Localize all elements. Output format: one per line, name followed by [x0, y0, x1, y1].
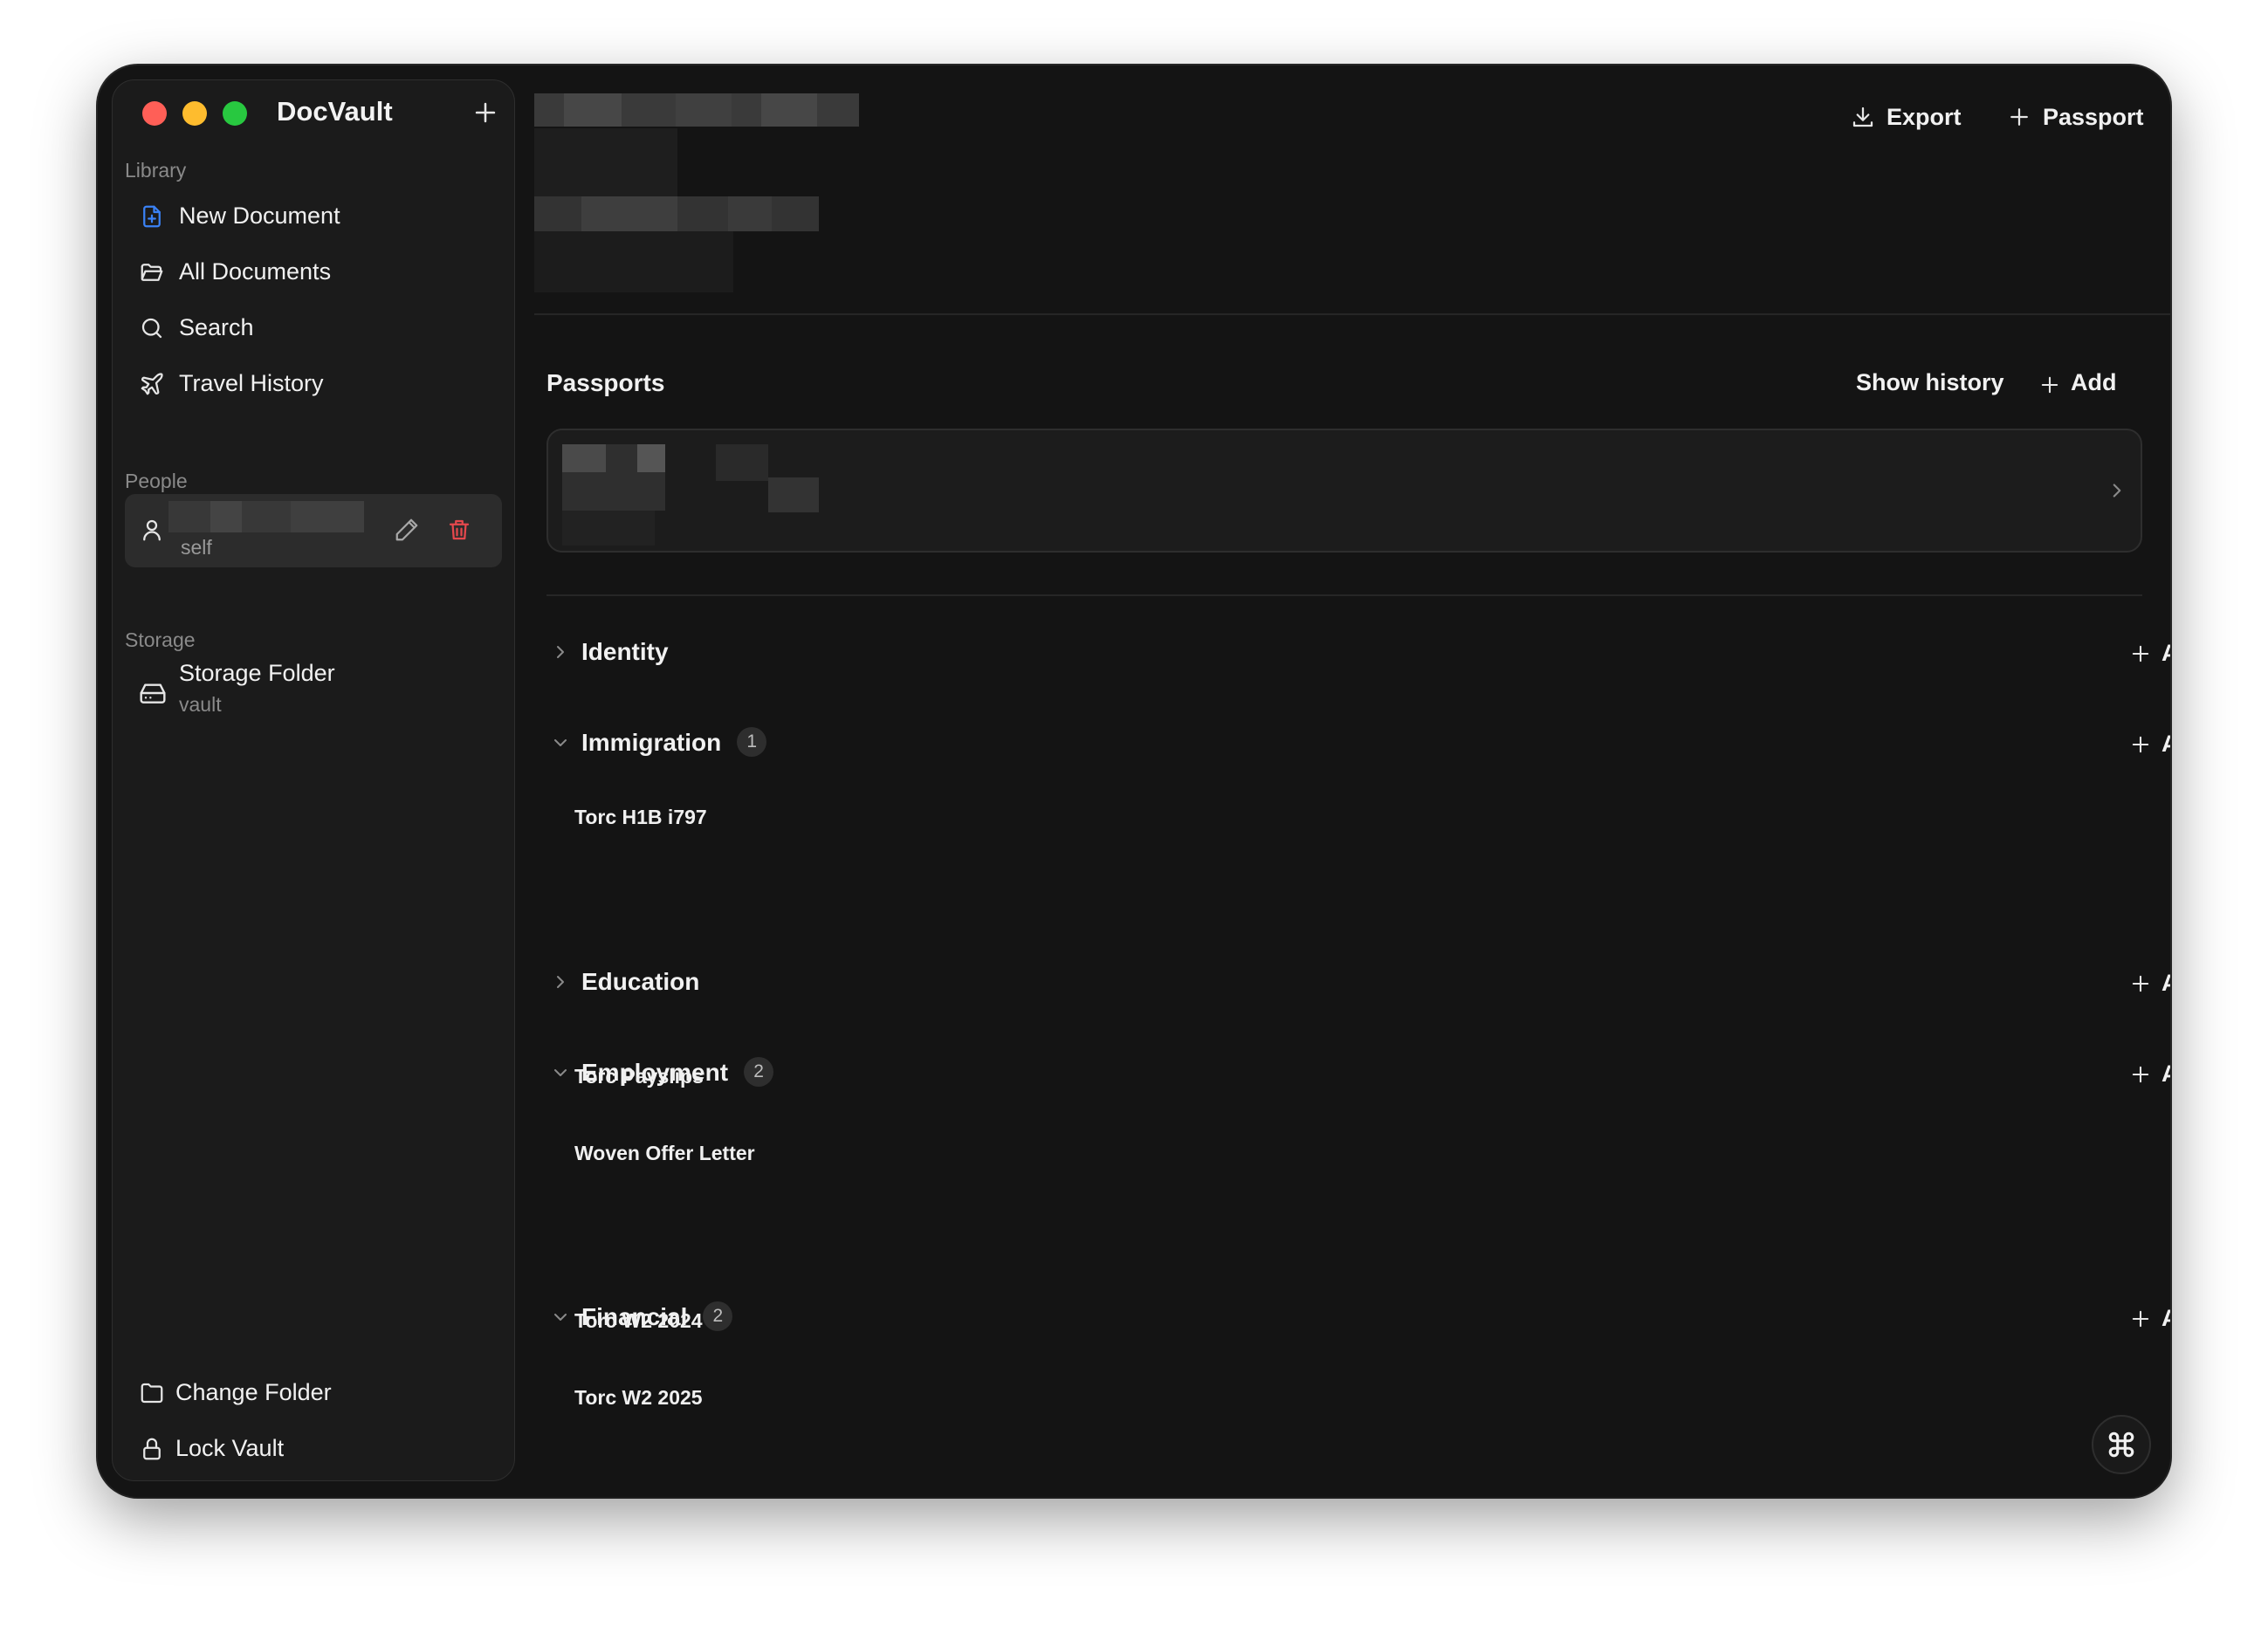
- redacted-person-subtitle: [534, 196, 819, 231]
- person-item[interactable]: self: [125, 494, 502, 567]
- maximize-window-button[interactable]: [223, 101, 247, 126]
- category-immigration[interactable]: Immigration1 Add: [543, 718, 2170, 771]
- add-label: Add: [2161, 1061, 2170, 1087]
- sidebar-item-label: Travel History: [179, 370, 324, 396]
- lock-icon: [143, 1438, 161, 1460]
- header-divider: [534, 313, 2170, 315]
- sidebar-item-search[interactable]: Search: [125, 302, 500, 353]
- add-immigration-button[interactable]: Add: [2128, 727, 2170, 762]
- search-icon: [141, 318, 162, 339]
- plus-icon: [2132, 1310, 2149, 1328]
- add-passport-inline-button[interactable]: Add: [2038, 367, 2142, 402]
- count-badge: 1: [737, 726, 767, 757]
- document-item[interactable]: Torc Payslips: [574, 1065, 704, 1088]
- plus-icon: [2041, 376, 2058, 394]
- add-employment-button[interactable]: Add: [2128, 1057, 2170, 1092]
- person-relation: self: [181, 536, 212, 559]
- people-section-label: People: [125, 470, 188, 492]
- document-item[interactable]: Torc W2 2024: [574, 1309, 703, 1333]
- change-folder-button[interactable]: Change Folder: [125, 1367, 500, 1418]
- category-identity[interactable]: Identity Add: [543, 628, 2170, 680]
- storage-folder-title: Storage Folder: [179, 660, 335, 686]
- add-label: Add: [2161, 731, 2170, 757]
- add-label: Add: [2071, 369, 2117, 395]
- category-name: Education: [581, 968, 700, 995]
- passports-title: Passports: [546, 369, 665, 396]
- sidebar-item-travel-history[interactable]: Travel History: [125, 358, 500, 408]
- category-financial[interactable]: Financial2 Add: [543, 1293, 2170, 1345]
- plane-icon: [141, 373, 163, 395]
- chevron-down-icon: [554, 1069, 567, 1076]
- folder-open-icon: [141, 264, 163, 281]
- storage-section-label: Storage: [125, 628, 196, 651]
- category-employment[interactable]: Employment2 Add: [543, 1048, 2170, 1101]
- add-passport-label: Passport: [2043, 104, 2144, 130]
- chevron-right-icon: [557, 976, 564, 988]
- sidebar-item-new-document[interactable]: New Document: [125, 190, 500, 241]
- plus-icon: [2132, 645, 2149, 662]
- add-identity-button[interactable]: Add: [2128, 636, 2170, 671]
- command-icon: [2108, 1431, 2134, 1458]
- document-item[interactable]: Torc W2 2025: [574, 1386, 703, 1410]
- plus-icon: [2132, 736, 2149, 753]
- hard-drive-icon: [140, 683, 166, 704]
- add-person-button[interactable]: [471, 98, 500, 127]
- storage-folder-path: vault: [179, 693, 222, 716]
- sidebar-item-label: All Documents: [179, 258, 332, 285]
- redacted-passport-info: [562, 444, 665, 511]
- show-history-button[interactable]: Show history: [1856, 369, 2004, 396]
- app-window: DocVault Library New Document All Docume…: [98, 65, 2170, 1497]
- close-window-button[interactable]: [142, 101, 167, 126]
- plus-icon: [2132, 1066, 2149, 1083]
- edit-person-button[interactable]: [394, 517, 420, 543]
- plus-icon: [2132, 975, 2149, 992]
- redacted-person-meta: [534, 128, 677, 196]
- category-name: Identity: [581, 638, 669, 665]
- user-icon: [143, 519, 161, 541]
- download-icon: [1852, 106, 1873, 127]
- redacted-person-name: [168, 501, 364, 532]
- export-button[interactable]: Export: [1850, 95, 1963, 139]
- minimize-window-button[interactable]: [182, 101, 207, 126]
- command-palette-button[interactable]: [2092, 1415, 2151, 1474]
- document-item[interactable]: Woven Offer Letter: [574, 1142, 755, 1165]
- document-item[interactable]: Torc H1B i797: [574, 806, 707, 829]
- add-education-button[interactable]: Add: [2128, 966, 2170, 1001]
- lock-vault-button[interactable]: Lock Vault: [125, 1423, 500, 1473]
- export-label: Export: [1887, 104, 1962, 130]
- category-education[interactable]: Education Add: [543, 958, 2170, 1010]
- chevron-right-icon: [2113, 484, 2121, 498]
- change-folder-label: Change Folder: [175, 1379, 332, 1405]
- chevron-down-icon: [554, 739, 567, 746]
- redacted-person-detail: [534, 231, 733, 292]
- category-name: Immigration 1: [581, 726, 767, 759]
- redacted-person-title: [534, 93, 859, 127]
- folder-icon: [141, 1383, 163, 1404]
- plus-icon: [2010, 108, 2028, 126]
- sidebar: DocVault Library New Document All Docume…: [112, 79, 515, 1481]
- lock-vault-label: Lock Vault: [175, 1435, 285, 1461]
- sidebar-item-label: New Document: [179, 203, 340, 229]
- app-title: DocVault: [277, 96, 393, 127]
- plus-icon: [475, 102, 496, 123]
- count-badge: 2: [744, 1056, 774, 1087]
- delete-person-button[interactable]: [446, 517, 472, 543]
- add-passport-button[interactable]: Passport: [2006, 95, 2153, 139]
- storage-folder-item[interactable]: Storage Folder vault: [125, 660, 500, 733]
- passports-divider: [546, 594, 2142, 596]
- library-section-label: Library: [125, 159, 187, 182]
- sidebar-item-label: Search: [179, 314, 254, 340]
- sidebar-item-all-documents[interactable]: All Documents: [125, 246, 500, 297]
- add-financial-button[interactable]: Add: [2128, 1301, 2170, 1336]
- add-label: Add: [2161, 1305, 2170, 1331]
- add-label: Add: [2161, 970, 2170, 996]
- add-label: Add: [2161, 640, 2170, 666]
- count-badge: 2: [703, 1301, 733, 1331]
- passport-card[interactable]: [546, 429, 2142, 553]
- chevron-down-icon: [554, 1314, 567, 1321]
- chevron-right-icon: [557, 646, 564, 658]
- file-plus-icon: [143, 205, 161, 228]
